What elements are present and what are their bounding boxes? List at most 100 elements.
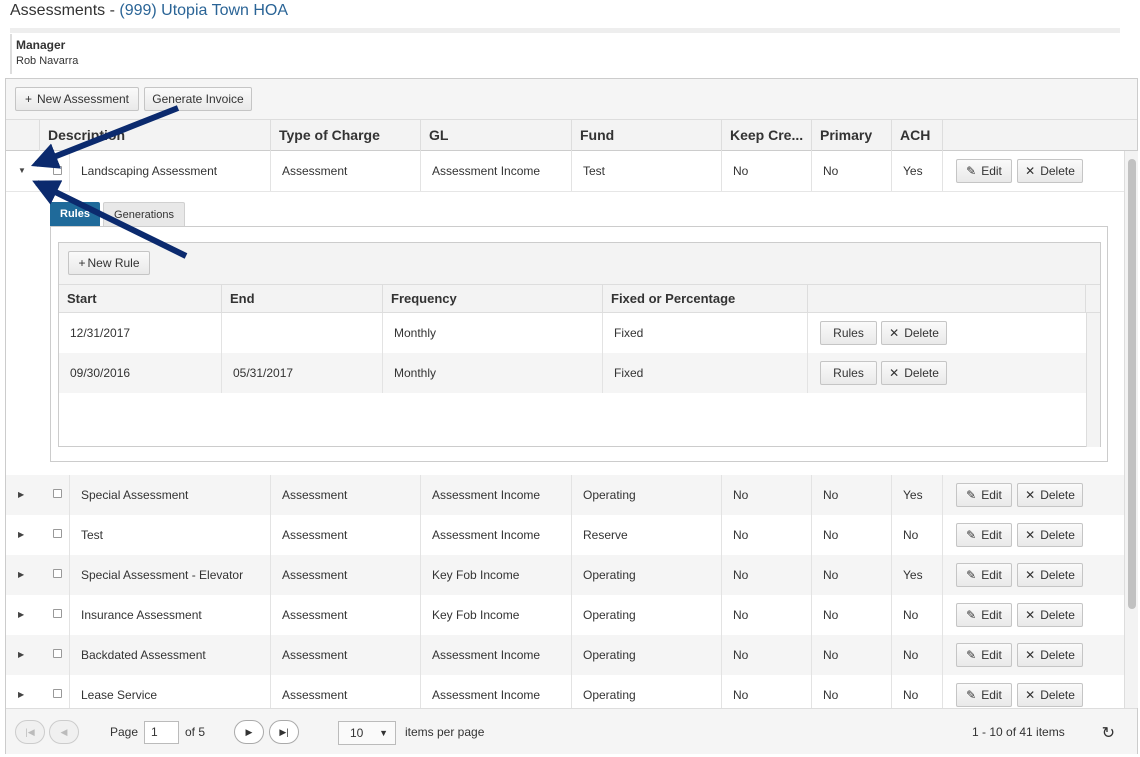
row-checkbox[interactable] <box>53 609 62 618</box>
caret-right-icon[interactable]: ▶ <box>18 490 24 499</box>
assessments-grid: + New Assessment Generate Invoice Descrip… <box>5 78 1138 754</box>
cell-keep-credit: No <box>721 475 811 515</box>
column-header-frequency[interactable]: Frequency <box>382 285 602 313</box>
caret-right-icon[interactable]: ▶ <box>18 530 24 539</box>
page-size-value: 10 <box>350 726 364 740</box>
delete-button[interactable]: ✕ Delete <box>1017 563 1083 587</box>
pencil-icon: ✎ <box>966 608 977 622</box>
caret-right-icon[interactable]: ▶ <box>18 650 24 659</box>
rule-row[interactable]: 09/30/2016 05/31/2017 Monthly Fixed Rule… <box>59 353 1087 393</box>
delete-button[interactable]: ✕ Delete <box>1017 159 1083 183</box>
pencil-icon: ✎ <box>966 688 977 702</box>
edit-label: Edit <box>981 488 1002 502</box>
tab-generations[interactable]: Generations <box>103 202 185 226</box>
items-per-page-label: items per page <box>405 725 485 739</box>
new-rule-button[interactable]: + New Rule <box>68 251 150 275</box>
rule-delete-button[interactable]: ✕ Delete <box>881 361 947 385</box>
column-header-fixed-or-percentage[interactable]: Fixed or Percentage <box>602 285 807 313</box>
table-row[interactable]: ▶ Special Assessment - Elevator Assessme… <box>6 555 1124 595</box>
cell-keep-credit: No <box>721 675 811 708</box>
pager-summary: 1 - 10 of 41 items <box>972 725 1065 739</box>
manager-panel: Manager Rob Navarra <box>10 34 1122 74</box>
rule-end: 05/31/2017 <box>221 353 382 393</box>
delete-button[interactable]: ✕ Delete <box>1017 683 1083 707</box>
table-row[interactable]: ▶ Test Assessment Assessment Income Rese… <box>6 515 1124 555</box>
edit-button[interactable]: ✎ Edit <box>956 159 1012 183</box>
column-header-fund[interactable]: Fund <box>571 120 721 151</box>
caret-right-icon[interactable]: ▶ <box>18 610 24 619</box>
edit-button[interactable]: ✎ Edit <box>956 683 1012 707</box>
page-size-select[interactable]: 10 ▼ <box>338 721 396 745</box>
delete-button[interactable]: ✕ Delete <box>1017 483 1083 507</box>
new-rule-label: New Rule <box>87 256 140 270</box>
edit-button[interactable]: ✎ Edit <box>956 523 1012 547</box>
new-assessment-button[interactable]: + New Assessment <box>15 87 139 111</box>
row-checkbox[interactable] <box>53 489 62 498</box>
cell-primary: No <box>811 151 891 191</box>
page-title-prefix: Assessments - <box>10 2 120 19</box>
row-checkbox[interactable] <box>53 166 62 175</box>
row-checkbox[interactable] <box>53 529 62 538</box>
column-header-description[interactable]: Description <box>39 120 270 151</box>
column-header-type-of-charge[interactable]: Type of Charge <box>270 120 420 151</box>
close-icon: ✕ <box>889 326 900 340</box>
delete-button[interactable]: ✕ Delete <box>1017 523 1083 547</box>
row-checkbox[interactable] <box>53 569 62 578</box>
rule-delete-label: Delete <box>904 326 939 340</box>
row-detail-panel: Rules Generations + New Rule Start End Fr… <box>6 192 1124 474</box>
table-row[interactable]: ▶ Backdated Assessment Assessment Assess… <box>6 635 1124 675</box>
plus-icon: + <box>24 92 32 106</box>
cell-fund: Operating <box>571 475 721 515</box>
caret-right-icon[interactable]: ▶ <box>18 690 24 699</box>
grid-scrollbar[interactable] <box>1124 151 1138 708</box>
generate-invoice-label: Generate Invoice <box>152 92 244 106</box>
cell-description: Insurance Assessment <box>69 595 270 635</box>
cell-description: Special Assessment - Elevator <box>69 555 270 595</box>
last-page-button[interactable]: ▶| <box>269 720 299 744</box>
table-row[interactable]: ▶ Special Assessment Assessment Assessme… <box>6 475 1124 515</box>
column-header-end[interactable]: End <box>221 285 382 313</box>
rules-button[interactable]: Rules <box>820 321 877 345</box>
column-header-primary[interactable]: Primary <box>811 120 891 151</box>
edit-button[interactable]: ✎ Edit <box>956 603 1012 627</box>
pencil-icon: ✎ <box>966 528 977 542</box>
rule-fixed-or-percentage: Fixed <box>602 313 807 353</box>
delete-button[interactable]: ✕ Delete <box>1017 603 1083 627</box>
rule-delete-button[interactable]: ✕ Delete <box>881 321 947 345</box>
page-number-input[interactable]: 1 <box>144 721 179 744</box>
cell-keep-credit: No <box>721 595 811 635</box>
column-header-start[interactable]: Start <box>59 285 221 313</box>
edit-button[interactable]: ✎ Edit <box>956 643 1012 667</box>
first-page-button[interactable]: |◀ <box>15 720 45 744</box>
previous-page-button[interactable]: ◀ <box>49 720 79 744</box>
association-name[interactable]: (999) Utopia Town HOA <box>119 2 288 19</box>
delete-label: Delete <box>1040 568 1075 582</box>
row-checkbox[interactable] <box>53 689 62 698</box>
column-header-gl[interactable]: GL <box>420 120 571 151</box>
cell-description: Landscaping Assessment <box>69 151 270 191</box>
cell-ach: Yes <box>891 475 942 515</box>
tab-rules[interactable]: Rules <box>50 202 100 226</box>
rules-button[interactable]: Rules <box>820 361 877 385</box>
cell-type: Assessment <box>270 151 420 191</box>
row-checkbox[interactable] <box>53 649 62 658</box>
cell-gl: Assessment Income <box>420 151 571 191</box>
column-header-keep-credit[interactable]: Keep Cre... <box>721 120 811 151</box>
pencil-icon: ✎ <box>966 488 977 502</box>
edit-button[interactable]: ✎ Edit <box>956 563 1012 587</box>
table-row[interactable]: ▶ Lease Service Assessment Assessment In… <box>6 675 1124 708</box>
delete-button[interactable]: ✕ Delete <box>1017 643 1083 667</box>
caret-down-icon[interactable]: ▼ <box>18 166 26 175</box>
edit-button[interactable]: ✎ Edit <box>956 483 1012 507</box>
table-row[interactable]: ▶ Insurance Assessment Assessment Key Fo… <box>6 595 1124 635</box>
table-row[interactable]: ▼ Landscaping Assessment Assessment Asse… <box>6 151 1124 192</box>
column-header-ach[interactable]: ACH <box>891 120 942 151</box>
generate-invoice-button[interactable]: Generate Invoice <box>144 87 252 111</box>
rules-scrollbar[interactable] <box>1086 313 1100 447</box>
rule-row[interactable]: 12/31/2017 Monthly Fixed Rules ✕ Delete <box>59 313 1087 353</box>
caret-right-icon[interactable]: ▶ <box>18 570 24 579</box>
next-page-button[interactable]: ▶ <box>234 720 264 744</box>
column-header-actions <box>942 120 1139 151</box>
refresh-icon[interactable]: ↻ <box>1102 723 1115 743</box>
grid-scrollbar-thumb[interactable] <box>1128 159 1136 609</box>
